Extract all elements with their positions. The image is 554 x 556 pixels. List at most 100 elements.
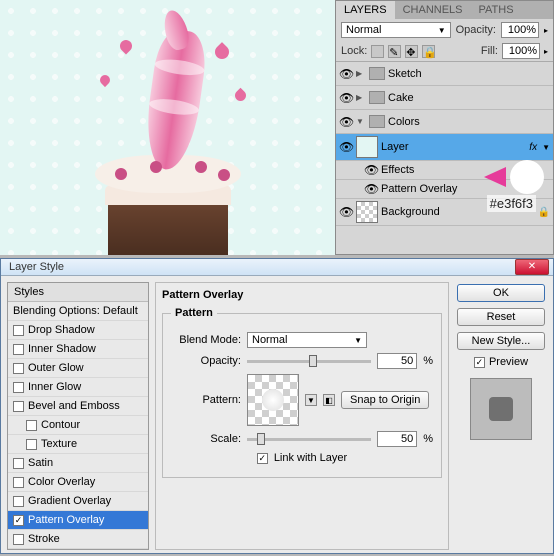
style-label: Inner Glow <box>28 381 81 393</box>
checkbox[interactable] <box>13 401 24 412</box>
visibility-icon[interactable]: 👁 <box>339 67 353 81</box>
style-row-inner-shadow[interactable]: Inner Shadow <box>8 340 148 359</box>
preview-content <box>489 397 513 421</box>
layer-name: Colors <box>388 116 550 128</box>
checkbox[interactable] <box>13 496 24 507</box>
close-button[interactable]: ✕ <box>515 259 549 275</box>
checkbox[interactable] <box>26 420 37 431</box>
fill-field[interactable]: 100% <box>502 43 540 59</box>
checkbox[interactable] <box>13 363 24 374</box>
percent-label: % <box>423 355 433 367</box>
checkbox[interactable] <box>13 477 24 488</box>
chevron-down-icon[interactable]: ▼ <box>542 143 550 152</box>
dialog-titlebar[interactable]: Layer Style ✕ <box>1 259 553 276</box>
style-row-stroke[interactable]: Stroke <box>8 530 148 549</box>
scale-slider[interactable] <box>247 438 371 441</box>
pattern-swatch[interactable] <box>247 374 299 426</box>
visibility-icon[interactable]: 👁 <box>339 140 353 154</box>
style-label: Stroke <box>28 533 60 545</box>
tab-channels[interactable]: CHANNELS <box>395 1 471 19</box>
opacity-label: Opacity: <box>171 355 241 367</box>
style-label: Drop Shadow <box>28 324 95 336</box>
checkbox[interactable] <box>13 344 24 355</box>
reset-button[interactable]: Reset <box>457 308 545 326</box>
layer-effects-row[interactable]: 👁 Effects <box>336 161 553 180</box>
tab-paths[interactable]: PATHS <box>471 1 522 19</box>
cherry <box>195 161 207 173</box>
style-label: Satin <box>28 457 53 469</box>
style-row-color-overlay[interactable]: Color Overlay <box>8 473 148 492</box>
style-row-outer-glow[interactable]: Outer Glow <box>8 359 148 378</box>
checkbox[interactable] <box>26 439 37 450</box>
pattern-dropdown[interactable]: ▼ <box>305 394 317 406</box>
scale-label: Scale: <box>171 433 241 445</box>
checkbox[interactable] <box>13 458 24 469</box>
link-checkbox[interactable]: ✓ <box>257 453 268 464</box>
lock-position-icon[interactable]: ✥ <box>405 45 418 58</box>
lock-transparency-icon[interactable] <box>371 45 384 58</box>
visibility-icon[interactable]: 👁 <box>339 91 353 105</box>
scale-value[interactable]: 50 <box>377 431 417 447</box>
checkbox[interactable] <box>13 534 24 545</box>
checkbox-checked[interactable]: ✓ <box>13 515 24 526</box>
new-preset-icon[interactable]: ◧ <box>323 394 335 406</box>
pattern-overlay-settings: Pattern Overlay Pattern Blend Mode: Norm… <box>155 282 449 550</box>
checkbox[interactable] <box>13 325 24 336</box>
style-row-drop-shadow[interactable]: Drop Shadow <box>8 321 148 340</box>
expand-icon[interactable]: ▼ <box>356 117 366 126</box>
blend-mode-select[interactable]: Normal▼ <box>247 332 367 348</box>
style-row-texture[interactable]: Texture <box>8 435 148 454</box>
visibility-icon[interactable]: 👁 <box>364 163 378 177</box>
chevron-right-icon[interactable]: ▸ <box>544 26 548 35</box>
chevron-right-icon[interactable]: ▸ <box>544 47 548 56</box>
document-canvas[interactable] <box>0 0 335 255</box>
blending-options-row[interactable]: Blending Options: Default <box>8 302 148 321</box>
slider-handle[interactable] <box>309 355 317 367</box>
checkbox[interactable] <box>13 382 24 393</box>
style-row-inner-glow[interactable]: Inner Glow <box>8 378 148 397</box>
expand-icon[interactable]: ▶ <box>356 69 366 78</box>
style-row-gradient-overlay[interactable]: Gradient Overlay <box>8 492 148 511</box>
layer-thumbnail[interactable] <box>356 136 378 158</box>
dialog-title: Layer Style <box>5 261 515 273</box>
expand-icon[interactable]: ▶ <box>356 93 366 102</box>
layer-name: Sketch <box>388 68 550 80</box>
opacity-field[interactable]: 100% <box>501 22 539 38</box>
preview-checkbox[interactable]: ✓ <box>474 357 485 368</box>
effects-label: Effects <box>381 164 550 176</box>
visibility-icon[interactable]: 👁 <box>339 205 353 219</box>
style-row-satin[interactable]: Satin <box>8 454 148 473</box>
styles-header[interactable]: Styles <box>8 283 148 302</box>
ok-button[interactable]: OK <box>457 284 545 302</box>
visibility-icon[interactable]: 👁 <box>339 115 353 129</box>
cherry <box>150 161 162 173</box>
visibility-icon[interactable]: 👁 <box>364 182 378 196</box>
fill-label: Fill: <box>481 45 498 57</box>
blend-mode-select[interactable]: Normal▼ <box>341 22 451 38</box>
slider-handle[interactable] <box>257 433 265 445</box>
style-row-pattern-overlay[interactable]: ✓Pattern Overlay <box>8 511 148 530</box>
folder-icon <box>369 115 385 128</box>
style-label: Gradient Overlay <box>28 495 111 507</box>
new-style-button[interactable]: New Style... <box>457 332 545 350</box>
folder-icon <box>369 67 385 80</box>
snap-to-origin-button[interactable]: Snap to Origin <box>341 391 429 409</box>
lock-pixels-icon[interactable]: ✎ <box>388 45 401 58</box>
layer-name: Cake <box>388 92 550 104</box>
preview-swatch <box>470 378 532 440</box>
tab-layers[interactable]: LAYERS <box>336 1 395 19</box>
layer-row-selected[interactable]: 👁 Layer fx▼ <box>336 134 553 161</box>
fieldset-legend: Pattern <box>171 307 217 319</box>
blend-mode-value: Normal <box>346 24 381 36</box>
layer-row[interactable]: 👁▶ Sketch <box>336 62 553 86</box>
cherry <box>218 169 230 181</box>
lock-all-icon[interactable]: 🔒 <box>422 45 435 58</box>
layer-thumbnail[interactable] <box>356 201 378 223</box>
layer-row[interactable]: 👁▶ Cake <box>336 86 553 110</box>
fx-badge[interactable]: fx <box>529 142 537 153</box>
style-row-bevel[interactable]: Bevel and Emboss <box>8 397 148 416</box>
opacity-slider[interactable] <box>247 360 371 363</box>
opacity-value[interactable]: 50 <box>377 353 417 369</box>
style-row-contour[interactable]: Contour <box>8 416 148 435</box>
layer-row[interactable]: 👁▼ Colors <box>336 110 553 134</box>
